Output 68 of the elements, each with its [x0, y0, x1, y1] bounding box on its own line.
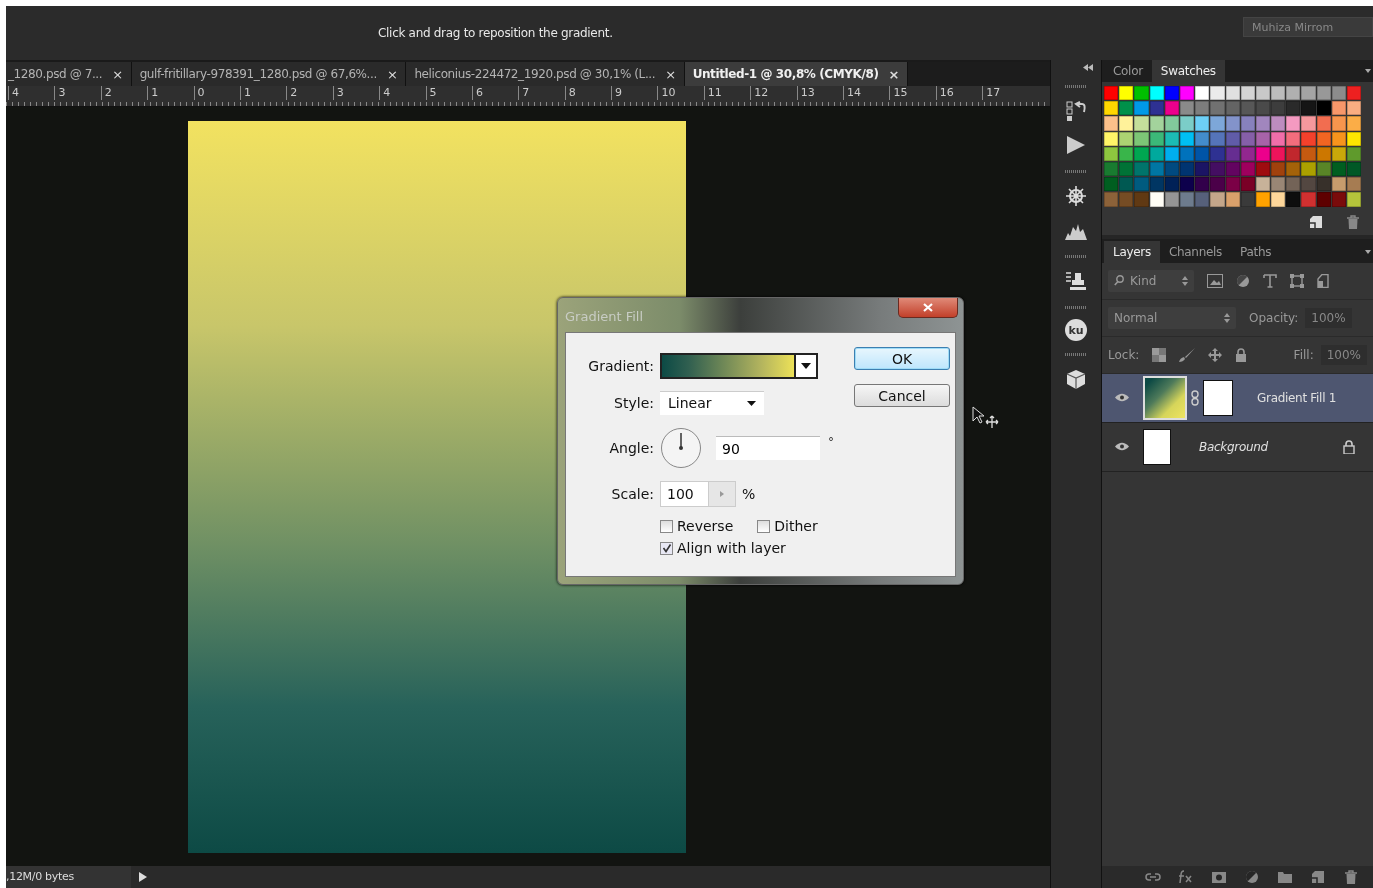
- ruler-number: 4: [8, 86, 55, 100]
- ruler-number: 12: [750, 86, 797, 100]
- lock-label: Lock:: [1108, 347, 1140, 362]
- ruler-number: 15: [889, 86, 936, 100]
- ruler-number: 11: [703, 86, 751, 100]
- close-button[interactable]: ×: [386, 66, 398, 82]
- ruler-number: 8: [564, 86, 612, 100]
- document-tab[interactable]: gulf-fritillary-978391_1280.psd @ 67,6%... ×: [131, 62, 407, 86]
- scale-label: Scale:: [610, 485, 655, 502]
- document-tab[interactable]: heliconius-224472_1920.psd @ 30,1% (L... ×: [406, 62, 685, 86]
- tab-label: gulf-fritillary-978391_1280.psd @ 67,6%...: [139, 67, 377, 81]
- ruler-number: 3: [54, 86, 101, 100]
- close-button[interactable]: ×: [112, 66, 123, 82]
- ruler-number: 5: [425, 86, 472, 100]
- ruler-number: 3: [332, 86, 380, 100]
- tab-label: _1280.psd @ 7...: [8, 67, 103, 81]
- checkbox[interactable]: Dither: [757, 518, 818, 534]
- ruler-number: 17: [982, 86, 1029, 100]
- style-label: Style:: [613, 394, 655, 411]
- fill-label: Fill:: [1293, 347, 1314, 362]
- checkbox[interactable]: Align with layer: [660, 540, 846, 556]
- filter-dropdown[interactable]: Kind: [1108, 269, 1194, 292]
- panel-tab[interactable]: Color: [1104, 60, 1152, 82]
- blend-mode-dropdown[interactable]: Normal: [1108, 306, 1236, 329]
- ruler-number: 14: [843, 86, 890, 100]
- gradient-label: Gradient:: [587, 357, 655, 374]
- layer-row[interactable]: Background: [1102, 422, 1373, 472]
- document-size: ,12M/0 bytes: [6, 866, 131, 888]
- status-message: Click and drag to reposition the gradient.: [378, 26, 613, 40]
- tab-label: Untitled-1 @ 30,8% (CMYK/8): [692, 67, 879, 81]
- ruler-number: 13: [796, 86, 844, 100]
- dialog-title: Gradient Fill: [565, 309, 644, 324]
- layer-name: Background: [1199, 439, 1268, 454]
- cancel-button[interactable]: Cancel: [854, 384, 950, 407]
- panel-tab[interactable]: Channels: [1159, 240, 1232, 263]
- ruler-number: 2: [100, 86, 148, 100]
- checkbox[interactable]: Reverse: [660, 518, 734, 534]
- style-dropdown[interactable]: Linear: [660, 390, 764, 415]
- percent-sign: %: [742, 485, 756, 502]
- opacity-label: Opacity:: [1249, 310, 1299, 325]
- ruler-number: 10: [657, 86, 704, 100]
- angle-field[interactable]: 90: [716, 436, 820, 460]
- ruler-number: 1: [239, 86, 287, 100]
- angle-label: Angle:: [608, 440, 655, 456]
- document-tab[interactable]: _1280.psd @ 7... ×: [6, 62, 132, 86]
- close-button[interactable]: ×: [665, 66, 676, 82]
- fill-field[interactable]: 100%: [1320, 344, 1367, 365]
- opacity-field[interactable]: 100%: [1305, 307, 1352, 328]
- document-tab[interactable]: Untitled-1 @ 30,8% (CMYK/8) ×: [684, 62, 908, 86]
- panel-tab[interactable]: Swatches: [1151, 60, 1225, 82]
- ruler-number: 9: [611, 86, 658, 100]
- ruler-number: 16: [935, 86, 983, 100]
- ok-button[interactable]: OK: [854, 347, 950, 370]
- ruler-number: 0: [193, 86, 240, 100]
- layer-name: Gradient Fill 1: [1257, 390, 1337, 405]
- ruler-number: 6: [471, 86, 519, 100]
- ruler-number: 7: [518, 86, 565, 100]
- panel-tab[interactable]: Layers: [1104, 240, 1160, 263]
- ruler-number: 2: [286, 86, 333, 100]
- ku-badge[interactable]: ku: [1065, 319, 1087, 341]
- scale-field[interactable]: 100: [660, 480, 736, 507]
- layer-row[interactable]: Gradient Fill 1: [1102, 373, 1373, 423]
- degree-sign: °: [828, 435, 834, 449]
- panel-tab[interactable]: Paths: [1231, 240, 1281, 263]
- close-button[interactable]: ×: [888, 66, 899, 82]
- ruler-number: 1: [147, 86, 194, 100]
- ruler-number: 4: [379, 86, 426, 100]
- tab-label: heliconius-224472_1920.psd @ 30,1% (L...: [414, 67, 656, 81]
